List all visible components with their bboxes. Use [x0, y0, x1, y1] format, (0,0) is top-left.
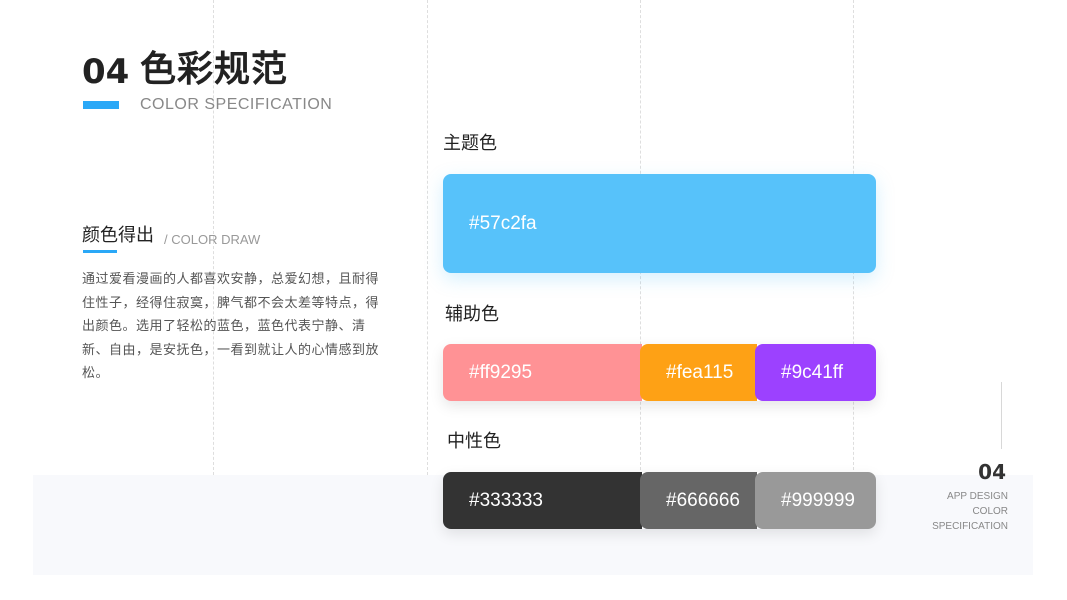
aux-color-swatch-3: #9c41ff [755, 344, 876, 401]
aux-color-hex-2: #fea115 [666, 361, 734, 383]
guide-line [427, 0, 428, 475]
main-color-hex: #57c2fa [469, 212, 537, 234]
neutral-color-hex-2: #666666 [666, 489, 740, 511]
neutral-color-swatch-3: #999999 [755, 472, 876, 529]
footer-caption: APP DESIGN COLOR SPECIFICATION [932, 489, 1008, 534]
page-subtitle: COLOR SPECIFICATION [140, 96, 333, 113]
section-description: 通过爱看漫画的人都喜欢安静，总爱幻想，且耐得住性子，经得住寂寞，脾气都不会太差等… [82, 272, 380, 381]
aux-color-label: 辅助色 [445, 304, 499, 325]
side-divider [1001, 382, 1002, 449]
neutral-color-swatch-1: #333333 [443, 472, 642, 529]
aux-color-row: #ff9295 #fea115 #9c41ff [443, 344, 876, 401]
aux-color-swatch-2: #fea115 [640, 344, 757, 401]
aux-color-hex-1: #ff9295 [469, 361, 533, 383]
neutral-color-hex-1: #333333 [469, 489, 543, 511]
aux-color-swatch-1: #ff9295 [443, 344, 642, 401]
neutral-color-row: #333333 #666666 #999999 [443, 472, 876, 529]
neutral-color-hex-3: #999999 [781, 489, 855, 511]
section-subtitle: / COLOR DRAW [164, 232, 261, 247]
footer-line-3: SPECIFICATION [932, 521, 1008, 532]
section-title: 颜色得出 [82, 225, 154, 246]
aux-color-hex-3: #9c41ff [781, 361, 843, 383]
footer-line-2: COLOR [972, 506, 1008, 517]
section-accent-bar [83, 250, 117, 253]
title-accent-bar [83, 101, 119, 109]
main-color-swatch: #57c2fa [443, 174, 876, 273]
footer-line-1: APP DESIGN [947, 491, 1008, 502]
page-title: 色彩规范 [140, 49, 289, 90]
main-color-label: 主题色 [443, 133, 497, 154]
page-number: 04 [82, 52, 130, 92]
neutral-color-label: 中性色 [447, 431, 501, 452]
footer-page-number: 04 [978, 460, 1006, 484]
neutral-color-swatch-2: #666666 [640, 472, 757, 529]
